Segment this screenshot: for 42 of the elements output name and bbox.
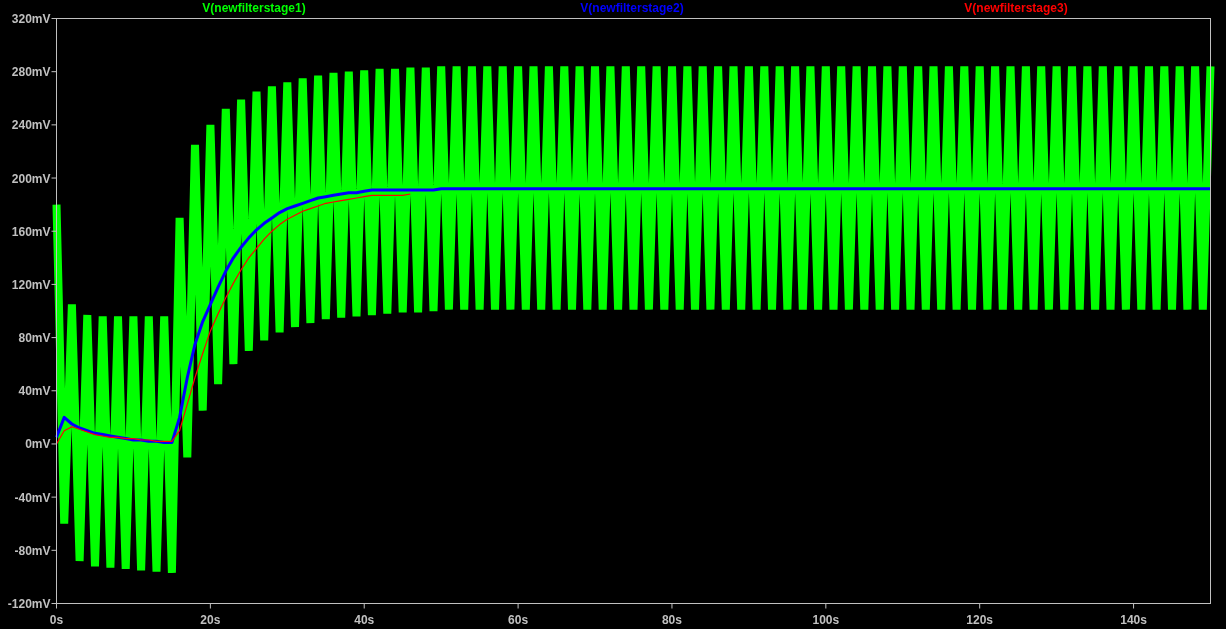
x-tick-label: 120s xyxy=(966,613,994,627)
y-tick-label: 240mV xyxy=(11,118,51,133)
y-tick-label: 160mV xyxy=(11,224,51,239)
trace-label[interactable]: V(newfilterstage1) xyxy=(202,1,306,15)
y-tick-mark xyxy=(51,283,57,285)
y-tick-mark xyxy=(51,71,57,73)
x-tick-label: 140s xyxy=(1120,613,1147,627)
x-tick-mark xyxy=(979,603,981,609)
y-tick-label: 320mV xyxy=(11,12,51,26)
y-tick-label: -40mV xyxy=(14,490,51,505)
x-tick-mark xyxy=(517,603,519,609)
x-tick-label: 60s xyxy=(508,613,529,627)
y-tick-label: -120mV xyxy=(7,597,51,611)
x-tick-mark xyxy=(1133,603,1135,609)
x-tick-label: 40s xyxy=(354,613,375,627)
y-tick-mark xyxy=(51,549,57,551)
x-tick-mark xyxy=(825,603,827,609)
y-tick-mark xyxy=(51,603,57,604)
trace-label[interactable]: V(newfilterstage3) xyxy=(964,1,1068,15)
y-tick-mark xyxy=(51,390,57,392)
y-tick-mark xyxy=(51,230,57,232)
y-tick-mark xyxy=(51,18,57,19)
y-tick-label: 280mV xyxy=(11,65,51,80)
y-tick-label: -80mV xyxy=(14,543,51,558)
y-tick-label: 200mV xyxy=(11,171,51,186)
y-tick-mark xyxy=(51,443,57,445)
y-tick-label: 40mV xyxy=(18,384,51,399)
x-tick-label: 20s xyxy=(200,613,221,627)
y-tick-label: 120mV xyxy=(11,277,51,292)
x-tick-label: 0s xyxy=(49,613,64,627)
y-tick-mark xyxy=(51,124,57,126)
x-tick-mark xyxy=(56,603,57,609)
x-tick-mark xyxy=(209,603,211,609)
y-tick-label: 80mV xyxy=(18,331,51,346)
x-tick-label: 100s xyxy=(812,613,840,627)
y-tick-mark xyxy=(51,496,57,498)
x-tick-label: 80s xyxy=(661,613,682,627)
y-tick-label: 0mV xyxy=(25,437,51,452)
x-tick-mark xyxy=(671,603,673,609)
y-tick-mark xyxy=(51,337,57,339)
y-tick-mark xyxy=(51,177,57,179)
x-tick-mark xyxy=(363,603,365,609)
